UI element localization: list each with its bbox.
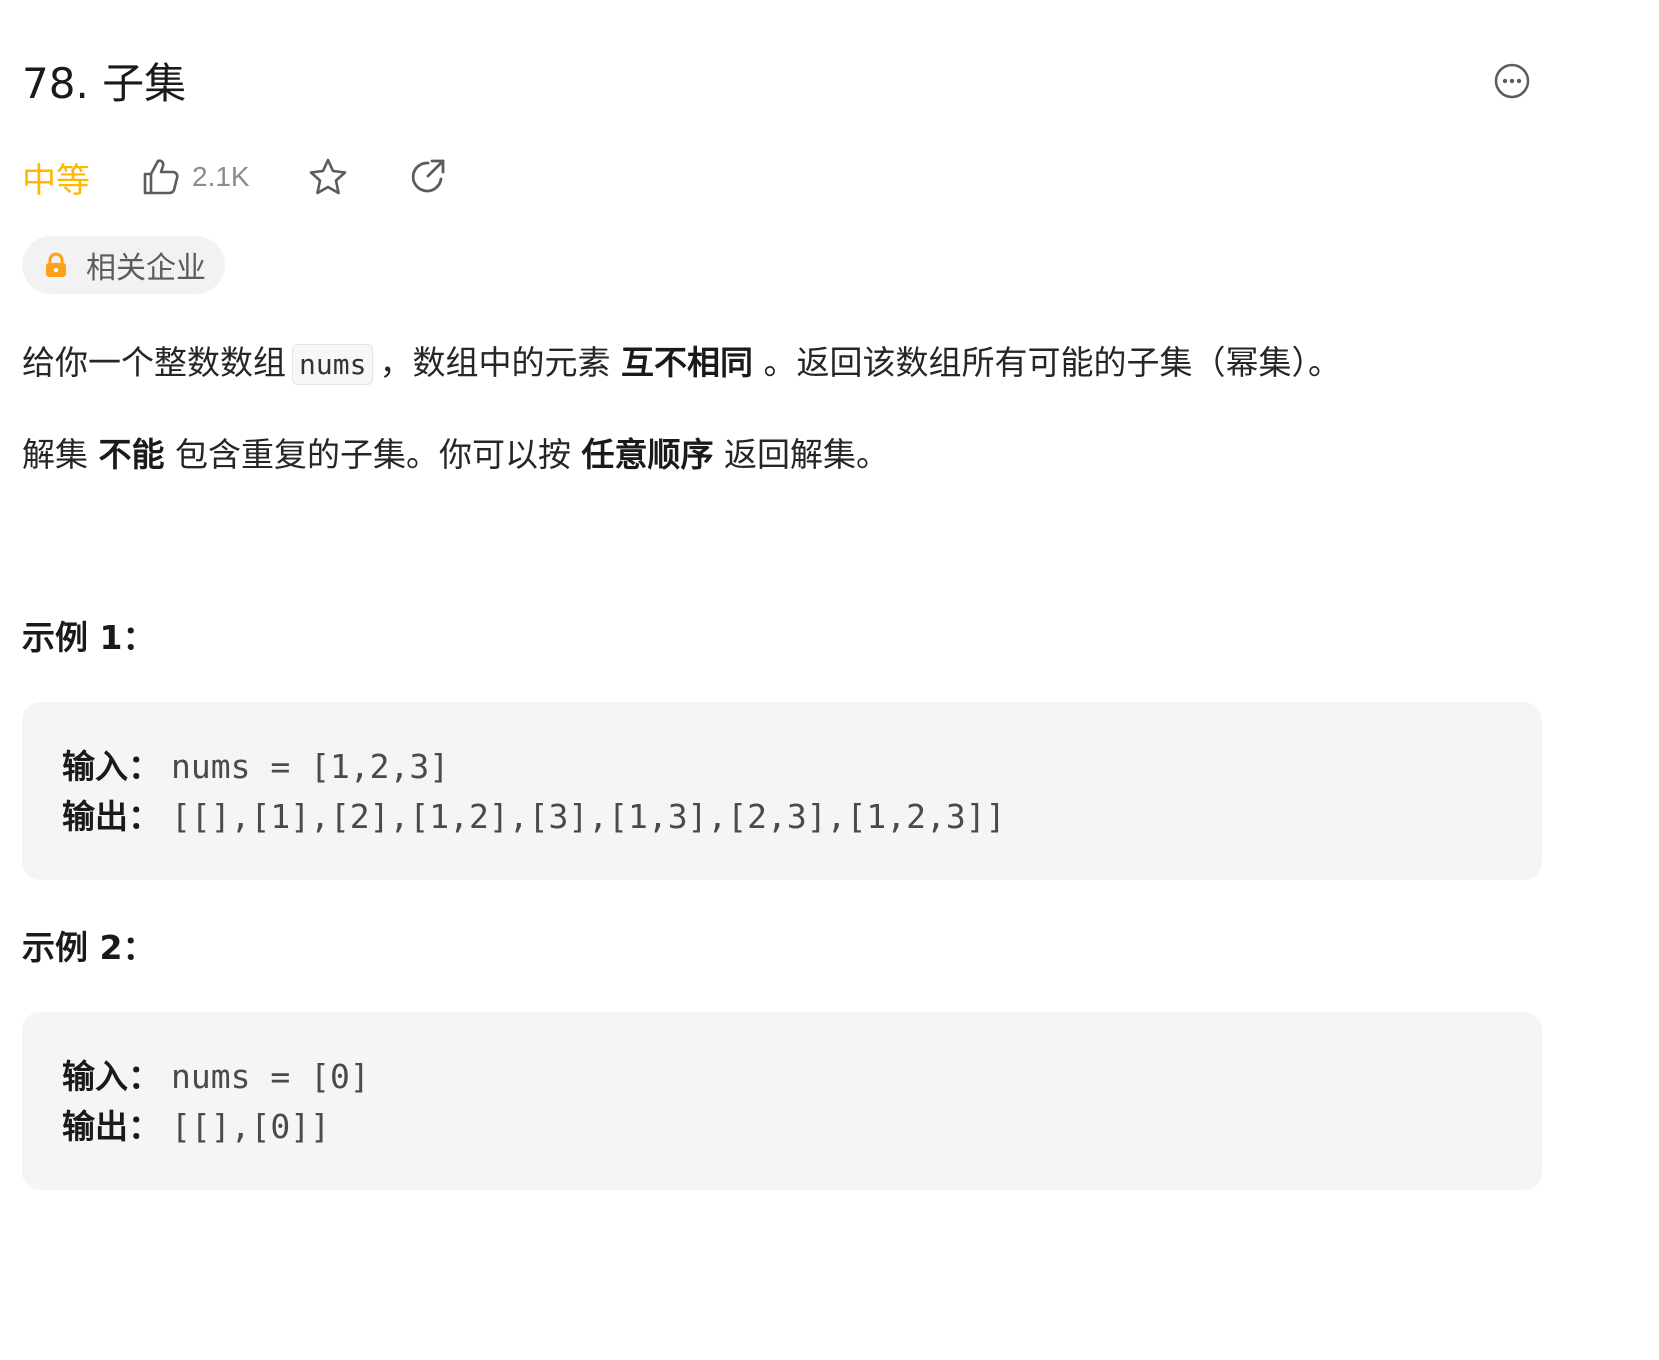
more-icon (1494, 63, 1530, 99)
desc-bold-text: 任意顺序 (581, 435, 714, 474)
example-output-line: 输出： [[],[0]] (62, 1102, 330, 1152)
problem-meta-row: 中等 2.1K (22, 152, 448, 202)
input-value: nums = [0] (171, 1057, 370, 1096)
input-value: nums = [1,2,3] (171, 747, 450, 786)
example-output-line: 输出： [[],[1],[2],[1,2],[3],[1,3],[2,3],[1,… (62, 792, 1005, 842)
more-options-button[interactable] (1494, 63, 1530, 99)
favorite-button[interactable] (308, 157, 348, 197)
difficulty-badge: 中等 (22, 160, 90, 201)
desc-bold-text: 不能 (98, 435, 165, 474)
input-label: 输入： (62, 1057, 161, 1096)
example-input-line: 输入： nums = [1,2,3] (62, 742, 449, 792)
output-value: [[],[0]] (171, 1107, 330, 1146)
desc-text: 。返回该数组所有可能的子集（幂集）。 (763, 343, 1341, 382)
description-paragraph-2: 解集 不能 包含重复的子集。你可以按 任意顺序 返回解集。 (22, 432, 889, 478)
output-label: 输出： (62, 1107, 161, 1146)
problem-title: 78. 子集 (22, 59, 187, 108)
related-companies-tag[interactable]: 相关企业 (22, 236, 225, 294)
thumbs-up-icon (143, 159, 179, 195)
inline-code-nums: nums (292, 344, 374, 385)
output-value: [[],[1],[2],[1,2],[3],[1,3],[2,3],[1,2,3… (171, 797, 1006, 836)
desc-text: ，数组中的元素 (379, 343, 611, 382)
lock-icon (46, 252, 66, 277)
like-count: 2.1K (192, 161, 250, 192)
example-1-box: 输入： nums = [1,2,3] 输出： [[],[1],[2],[1,2],[… (22, 702, 1542, 880)
desc-text: 返回解集。 (724, 435, 889, 474)
related-companies-label: 相关企业 (86, 251, 206, 286)
example-2-box: 输入： nums = [0] 输出： [[],[0]] (22, 1012, 1542, 1190)
desc-text: 给你一个整数数组 (22, 343, 286, 382)
like-button[interactable]: 2.1K (140, 157, 308, 197)
desc-text: 包含重复的子集。你可以按 (175, 435, 571, 474)
desc-bold-text: 互不相同 (620, 343, 753, 382)
share-button[interactable] (408, 157, 448, 197)
input-label: 输入： (62, 747, 161, 786)
description-paragraph-1: 给你一个整数数组 nums ，数组中的元素 互不相同 。返回该数组所有可能的子集（幂… (22, 340, 1341, 388)
example-1-heading: 示例 1： (22, 618, 156, 657)
desc-text: 解集 (22, 435, 88, 474)
share-icon (411, 159, 445, 193)
example-2-heading: 示例 2： (22, 928, 156, 967)
star-icon (309, 158, 346, 195)
example-input-line: 输入： nums = [0] (62, 1052, 370, 1102)
output-label: 输出： (62, 797, 161, 836)
